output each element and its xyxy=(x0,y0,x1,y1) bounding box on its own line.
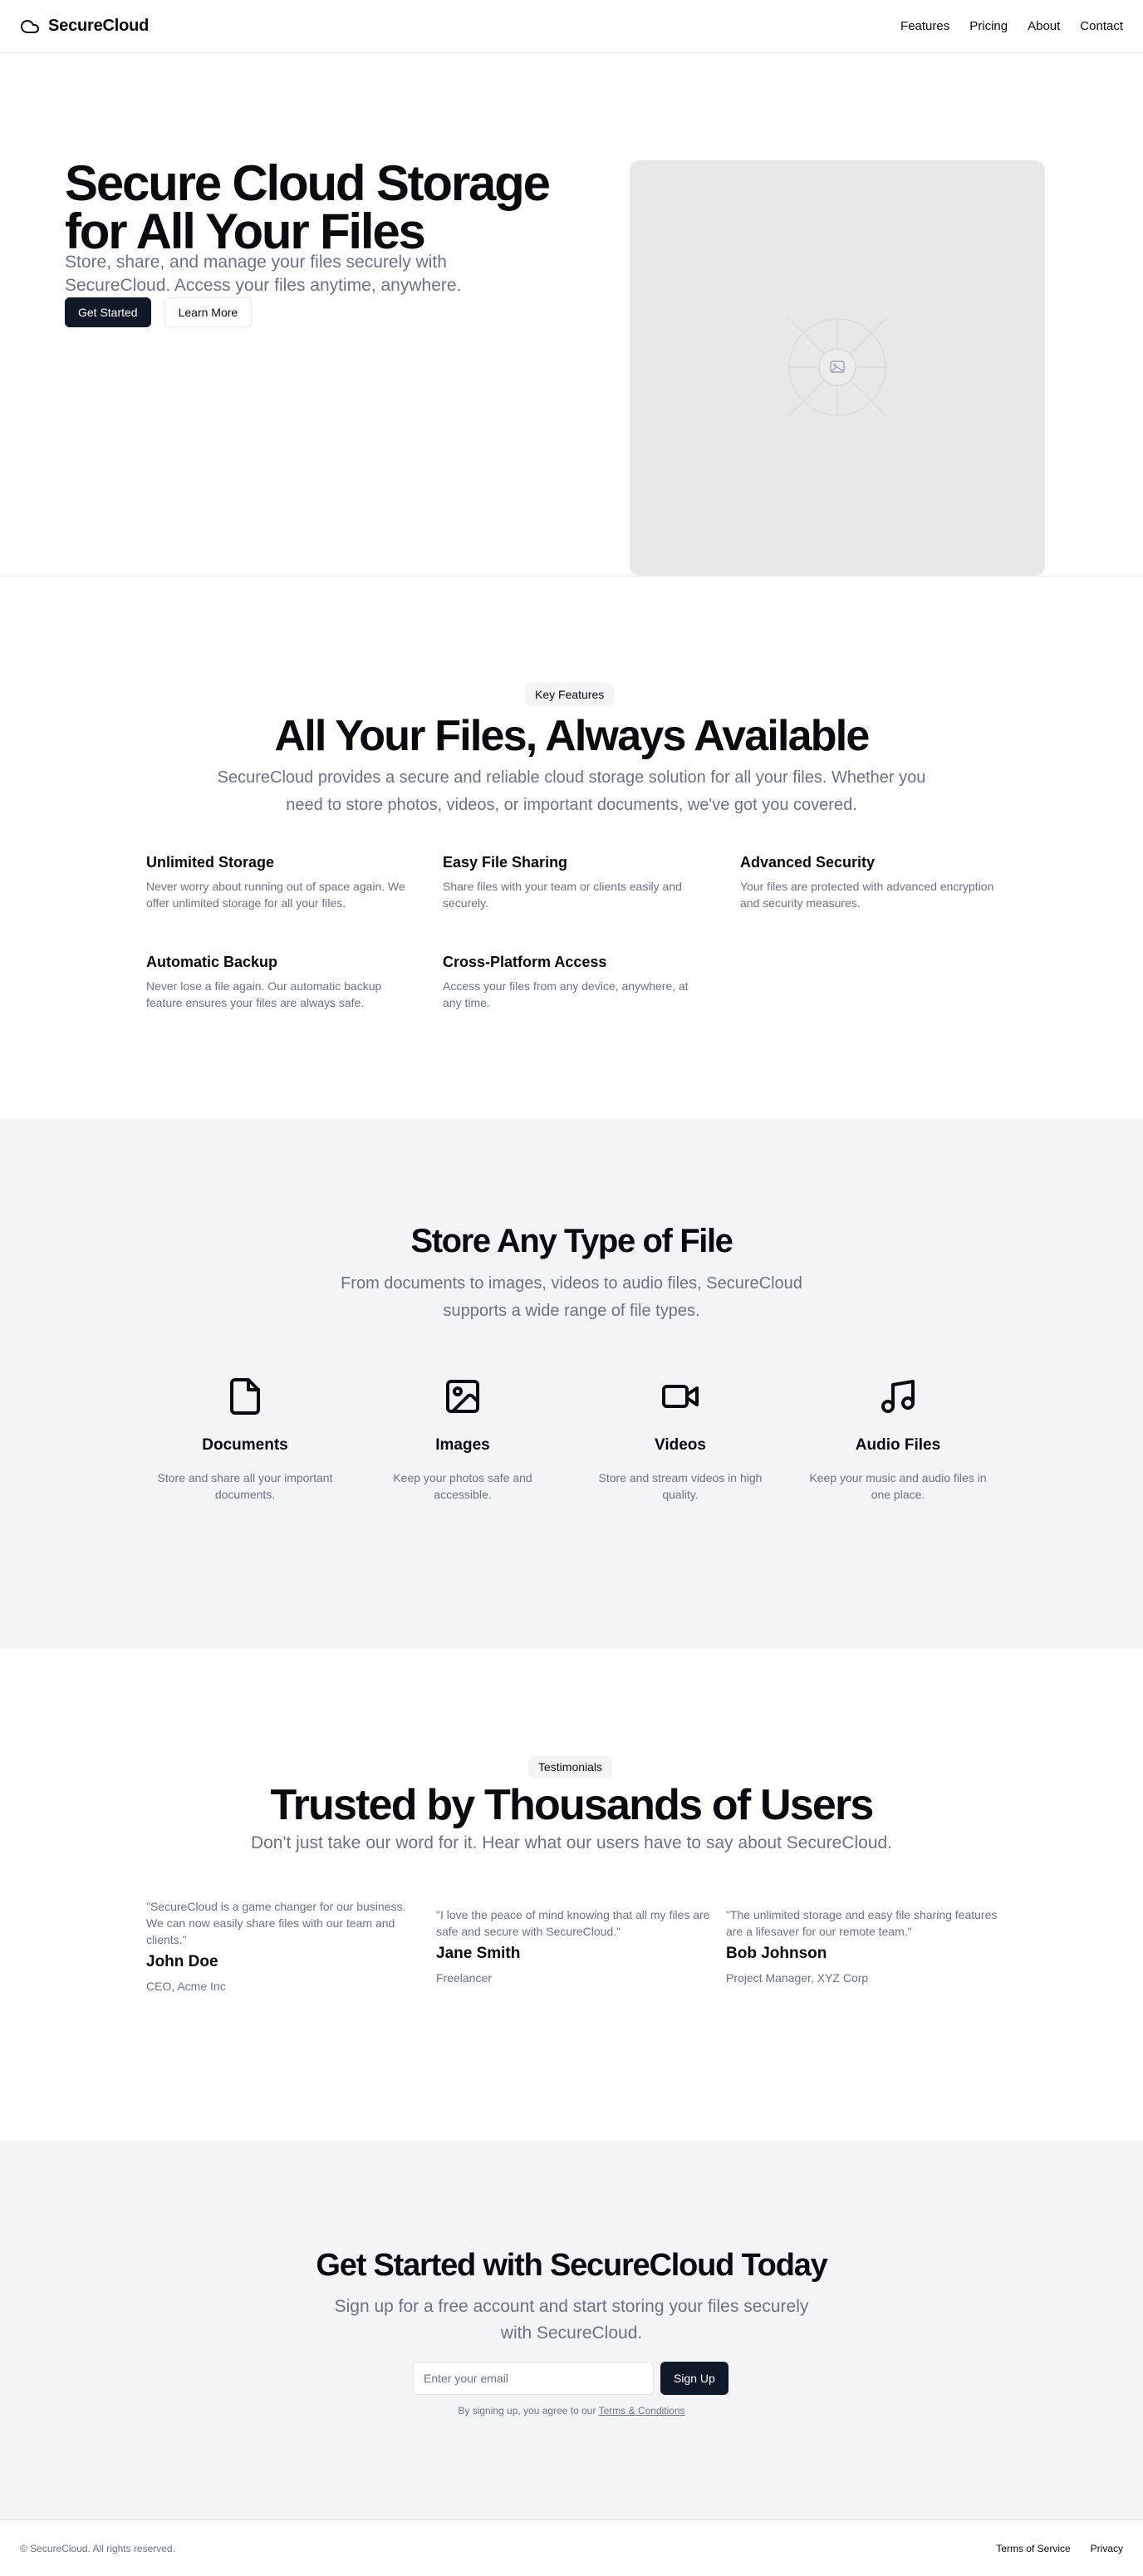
learn-more-button[interactable]: Learn More xyxy=(164,297,253,327)
feature-automatic-backup: Automatic Backup Never lose a file again… xyxy=(146,954,412,1011)
copyright-text: © SecureCloud. All rights reserved. xyxy=(20,2542,175,2554)
file-type-title: Documents xyxy=(202,1436,288,1454)
features-subtitle: SecureCloud provides a secure and reliab… xyxy=(217,768,926,814)
testimonial-name: John Doe xyxy=(146,1953,218,1970)
file-type-desc: Keep your photos safe and accessible. xyxy=(393,1471,532,1501)
testimonials-section: Testimonials Trusted by Thousands of Use… xyxy=(0,1649,1143,2141)
nav-about[interactable]: About xyxy=(1028,19,1060,33)
terms-of-service-link[interactable]: Terms of Service xyxy=(996,2543,1070,2554)
feature-desc: Share files with your team or clients ea… xyxy=(443,880,682,910)
file-types-title: Store Any Type of File xyxy=(410,1223,733,1259)
terms-note-text: By signing up, you agree to our xyxy=(458,2405,599,2417)
file-type-documents: Documents Store and share all your impor… xyxy=(145,1376,345,1503)
nav-features[interactable]: Features xyxy=(900,19,949,33)
music-icon xyxy=(881,1380,915,1413)
terms-link[interactable]: Terms & Conditions xyxy=(599,2405,685,2417)
testimonial-quote: "SecureCloud is a game changer for our b… xyxy=(146,1900,406,1946)
sign-up-button[interactable]: Sign Up xyxy=(660,2362,728,2395)
testimonial-card: "I love the peace of mind knowing that a… xyxy=(436,1906,710,1985)
hero-actions: Get Started Learn More xyxy=(65,297,253,327)
video-icon xyxy=(662,1385,699,1408)
testimonial-role: Project Manager, XYZ Corp xyxy=(726,1971,869,1985)
features-badge: Key Features xyxy=(525,683,615,706)
testimonial-role: CEO, Acme Inc xyxy=(146,1980,226,1993)
feature-title: Cross-Platform Access xyxy=(443,954,607,970)
file-type-title: Images xyxy=(435,1436,490,1454)
feature-desc: Never lose a file again. Our automatic b… xyxy=(146,979,382,1009)
feature-easy-sharing: Easy File Sharing Share files with your … xyxy=(443,854,709,911)
file-type-images: Images Keep your photos safe and accessi… xyxy=(363,1376,562,1503)
file-type-videos: Videos Store and stream videos in high q… xyxy=(581,1376,780,1503)
feature-cross-platform: Cross-Platform Access Access your files … xyxy=(443,954,709,1011)
feature-title: Easy File Sharing xyxy=(443,854,568,871)
testimonial-quote: "I love the peace of mind knowing that a… xyxy=(436,1908,710,1938)
nav-contact[interactable]: Contact xyxy=(1080,19,1123,33)
footer-links: Terms of Service Privacy xyxy=(996,2543,1123,2554)
testimonial-name: Bob Johnson xyxy=(726,1945,827,1962)
get-started-button[interactable]: Get Started xyxy=(65,297,151,327)
feature-desc: Your files are protected with advanced e… xyxy=(740,880,994,910)
privacy-link[interactable]: Privacy xyxy=(1091,2543,1123,2554)
testimonial-card: "SecureCloud is a game changer for our b… xyxy=(146,1898,420,1993)
site-header: SecureCloud Features Pricing About Conta… xyxy=(0,0,1143,53)
testimonials-subtitle: Don't just take our word for it. Hear wh… xyxy=(250,1833,893,1852)
file-type-desc: Keep your music and audio files in one p… xyxy=(809,1471,987,1501)
brand-link[interactable]: SecureCloud xyxy=(20,17,149,37)
cloud-icon xyxy=(21,19,39,33)
hero-section: Secure Cloud Storage for All Your Files … xyxy=(0,53,1143,577)
cta-section: Get Started with SecureCloud Today Sign … xyxy=(0,2141,1143,2520)
feature-desc: Never worry about running out of space a… xyxy=(146,880,405,910)
features-section: Key Features All Your Files, Always Avai… xyxy=(0,577,1143,1119)
file-type-audio: Audio Files Keep your music and audio fi… xyxy=(798,1376,998,1503)
hero-subtitle: Store, share, and manage your files secu… xyxy=(65,253,462,295)
feature-title: Automatic Backup xyxy=(146,954,278,970)
feature-advanced-security: Advanced Security Your files are protect… xyxy=(740,854,1006,911)
file-type-desc: Store and share all your important docum… xyxy=(157,1471,333,1501)
nav-pricing[interactable]: Pricing xyxy=(969,19,1008,33)
signup-form: Sign Up xyxy=(413,2362,728,2395)
file-type-title: Audio Files xyxy=(855,1436,941,1454)
image-icon xyxy=(446,1380,479,1413)
cta-title: Get Started with SecureCloud Today xyxy=(316,2248,827,2283)
main-nav: Features Pricing About Contact xyxy=(900,19,1123,33)
file-types-section: Store Any Type of File From documents to… xyxy=(0,1119,1143,1649)
brand-name: SecureCloud xyxy=(48,17,150,35)
features-title: All Your Files, Always Available xyxy=(274,712,871,760)
file-types-subtitle: From documents to images, videos to audi… xyxy=(341,1274,802,1320)
terms-note: By signing up, you agree to our Terms & … xyxy=(0,2405,1143,2417)
hero-title: Secure Cloud Storage for All Your Files xyxy=(65,155,551,259)
feature-unlimited-storage: Unlimited Storage Never worry about runn… xyxy=(146,854,412,911)
testimonials-title: Trusted by Thousands of Users xyxy=(270,1781,874,1829)
testimonial-card: "The unlimited storage and easy file sha… xyxy=(726,1906,1000,1985)
testimonial-name: Jane Smith xyxy=(436,1945,521,1962)
feature-title: Unlimited Storage xyxy=(146,854,275,871)
testimonial-quote: "The unlimited storage and easy file sha… xyxy=(726,1908,998,1938)
hero-image-placeholder xyxy=(630,160,1045,576)
testimonial-role: Freelancer xyxy=(436,1971,492,1985)
feature-title: Advanced Security xyxy=(740,854,876,871)
feature-desc: Access your files from any device, anywh… xyxy=(443,979,689,1009)
image-placeholder-icon xyxy=(787,316,888,418)
email-input[interactable] xyxy=(413,2362,654,2395)
testimonials-badge: Testimonials xyxy=(528,1755,613,1779)
cta-subtitle: Sign up for a free account and start sto… xyxy=(334,2297,809,2343)
file-type-title: Videos xyxy=(655,1436,706,1454)
document-icon xyxy=(230,1378,260,1415)
file-type-desc: Store and stream videos in high quality. xyxy=(598,1471,763,1501)
site-footer: © SecureCloud. All rights reserved. Term… xyxy=(0,2520,1143,2576)
